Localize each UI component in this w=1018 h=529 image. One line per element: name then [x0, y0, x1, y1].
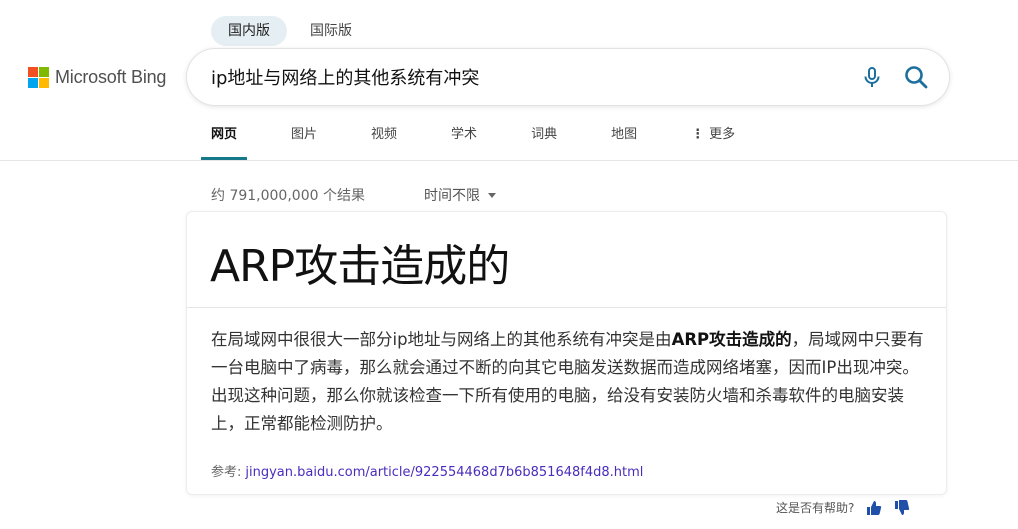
tab-academic[interactable]: 学术 — [441, 118, 487, 160]
microsoft-logo-icon — [28, 67, 49, 88]
market-tabs: 国内版 国际版 — [211, 16, 369, 46]
microphone-icon[interactable] — [860, 65, 884, 89]
answer-headline: ARP攻击造成的 — [210, 241, 510, 292]
reference-label: 参考: — [211, 465, 242, 480]
feedback-question: 这是否有帮助? — [776, 501, 855, 515]
market-tab-international[interactable]: 国际版 — [293, 16, 369, 46]
tab-images[interactable]: 图片 — [281, 118, 327, 160]
bing-logo[interactable]: Microsoft Bing — [28, 67, 166, 88]
feedback-bar: 这是否有帮助? — [776, 499, 910, 516]
more-vertical-icon: ⋮ — [691, 127, 705, 142]
card-divider — [187, 307, 946, 308]
header-divider — [0, 160, 1018, 161]
answer-card: ARP攻击造成的 在局域网中很很大一部分ip地址与网络上的其他系统有冲突是由AR… — [186, 211, 947, 495]
tab-videos[interactable]: 视频 — [361, 118, 407, 160]
time-filter-label: 时间不限 — [424, 188, 480, 204]
caret-down-icon — [488, 192, 496, 198]
logo-square — [28, 67, 38, 77]
answer-description: 在局域网中很很大一部分ip地址与网络上的其他系统有冲突是由ARP攻击造成的，局域… — [211, 330, 924, 433]
search-icon[interactable] — [903, 64, 929, 90]
tab-dictionary[interactable]: 词典 — [521, 118, 567, 160]
bing-wordmark: Microsoft Bing — [55, 67, 167, 87]
thumbs-up-icon[interactable] — [866, 500, 882, 516]
answer-reference: 参考: jingyan.baidu.com/article/922554468d7… — [211, 461, 643, 480]
search-box — [187, 49, 949, 105]
tab-web[interactable]: 网页 — [201, 118, 248, 160]
market-tab-domestic[interactable]: 国内版 — [211, 16, 287, 46]
logo-square — [39, 78, 49, 88]
thumbs-down-icon[interactable] — [894, 499, 910, 516]
scope-nav: 网页 图片 视频 学术 词典 地图 ⋮ 更多 — [201, 118, 779, 160]
answer-highlight: ARP攻击造成的 — [671, 330, 792, 349]
time-filter-dropdown[interactable]: 时间不限 — [424, 185, 496, 205]
reference-link[interactable]: jingyan.baidu.com/article/922554468d7b6b… — [245, 465, 643, 480]
search-input[interactable] — [211, 62, 831, 92]
tab-more[interactable]: ⋮ 更多 — [681, 118, 745, 160]
logo-square — [39, 67, 49, 77]
result-count: 约 791,000,000 个结果 — [211, 188, 365, 204]
logo-square — [28, 78, 38, 88]
tab-maps[interactable]: 地图 — [601, 118, 647, 160]
